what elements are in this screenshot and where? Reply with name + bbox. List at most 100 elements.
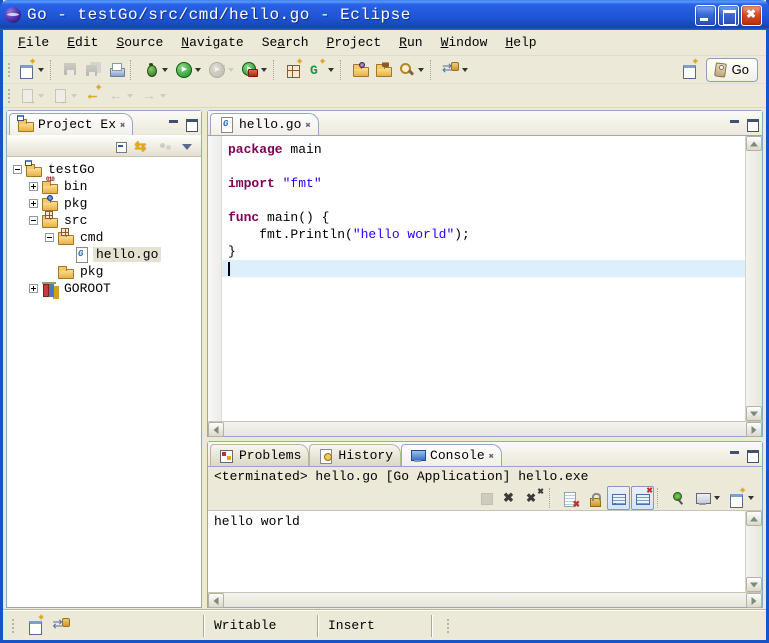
open-perspective-button[interactable] [677, 58, 702, 82]
explorer-close-icon[interactable] [120, 117, 125, 132]
dropdown-arrow-icon[interactable] [462, 68, 468, 72]
dropdown-arrow-icon[interactable] [127, 94, 133, 98]
code-line[interactable]: import "fmt" [222, 175, 745, 192]
open-external-file-button[interactable] [372, 58, 395, 82]
maximize-button[interactable] [718, 5, 739, 26]
dropdown-arrow-icon[interactable] [160, 94, 166, 98]
focus-button[interactable] [155, 136, 175, 156]
editor-vertical-scrollbar[interactable] [745, 136, 762, 421]
tab-history[interactable]: History [309, 444, 401, 466]
scroll-up-icon[interactable] [746, 511, 762, 526]
tab-project-explorer[interactable]: Project Ex [9, 113, 133, 135]
console-minimize-button[interactable] [727, 448, 743, 462]
toggle-editor-link-button[interactable] [439, 58, 472, 82]
tree-item-hello-go[interactable]: hello.go [7, 246, 201, 263]
remove-launch-button[interactable] [499, 486, 522, 510]
scroll-lock-button[interactable] [583, 486, 606, 510]
dropdown-arrow-icon[interactable] [71, 94, 77, 98]
new-go-project-button[interactable] [282, 58, 305, 82]
menu-source[interactable]: Source [107, 33, 172, 52]
console-maximize-button[interactable] [744, 448, 760, 462]
tab-hello-go[interactable]: hello.go [210, 113, 319, 135]
explorer-minimize-button[interactable] [166, 117, 182, 131]
dropdown-arrow-icon[interactable] [328, 68, 334, 72]
scroll-right-icon[interactable] [746, 422, 762, 437]
new-go-element-button[interactable] [305, 58, 338, 82]
collapse-icon[interactable] [45, 233, 54, 242]
tab-console[interactable]: Console [401, 444, 502, 466]
external-tools-button[interactable] [238, 58, 271, 82]
run-button[interactable] [172, 58, 205, 82]
dropdown-arrow-icon[interactable] [418, 68, 424, 72]
dropdown-arrow-icon[interactable] [38, 68, 44, 72]
menu-search[interactable]: Search [253, 33, 318, 52]
scroll-down-icon[interactable] [746, 577, 762, 592]
back-button[interactable] [104, 84, 137, 108]
tree-item-src[interactable]: src [7, 212, 201, 229]
menu-window[interactable]: Window [432, 33, 497, 52]
remove-all-launches-button[interactable] [523, 486, 546, 510]
code-line[interactable]: func main() { [222, 209, 745, 226]
clear-console-button[interactable] [559, 486, 582, 510]
console-horizontal-scrollbar[interactable] [208, 592, 762, 607]
menu-project[interactable]: Project [318, 33, 391, 52]
code-line[interactable]: package main [222, 141, 745, 158]
editor-minimize-button[interactable] [727, 117, 743, 131]
code-line[interactable]: } [222, 243, 745, 260]
scroll-up-icon[interactable] [746, 136, 762, 151]
display-console-button[interactable] [691, 486, 724, 510]
search-button[interactable] [395, 58, 428, 82]
expand-icon[interactable] [29, 284, 38, 293]
menu-run[interactable]: Run [390, 33, 431, 52]
menu-file[interactable]: File [9, 33, 58, 52]
explorer-maximize-button[interactable] [183, 117, 199, 131]
collapse-icon[interactable] [29, 216, 38, 225]
tab-problems[interactable]: Problems [210, 444, 309, 466]
link-with-editor-button[interactable] [133, 136, 153, 156]
previous-annotation-button[interactable] [48, 84, 81, 108]
view-menu-button[interactable] [177, 136, 197, 156]
print-button[interactable] [105, 58, 128, 82]
close-button[interactable] [741, 5, 762, 26]
tree-item-pkg[interactable]: pkg [7, 195, 201, 212]
scroll-down-icon[interactable] [746, 406, 762, 421]
dropdown-arrow-icon[interactable] [38, 94, 44, 98]
scroll-left-icon[interactable] [208, 422, 224, 437]
console-vertical-scrollbar[interactable] [745, 511, 762, 592]
menu-edit[interactable]: Edit [58, 33, 107, 52]
scroll-right-icon[interactable] [746, 593, 762, 608]
dropdown-arrow-icon[interactable] [714, 496, 720, 500]
code-line[interactable] [222, 260, 745, 277]
tree-item-testgo[interactable]: testGo [7, 161, 201, 178]
tree-item-cmd[interactable]: cmd [7, 229, 201, 246]
code-line[interactable] [222, 192, 745, 209]
pin-console-button[interactable] [667, 486, 690, 510]
collapse-icon[interactable] [13, 165, 22, 174]
show-on-stdout-button[interactable] [607, 486, 630, 510]
minimized-views-button[interactable] [51, 616, 71, 636]
last-edit-location-button[interactable] [81, 84, 104, 108]
dropdown-arrow-icon[interactable] [162, 68, 168, 72]
editor-maximize-button[interactable] [744, 117, 760, 131]
code-editor[interactable]: package main import "fmt" func main() { fm… [222, 136, 745, 421]
minimize-button[interactable] [695, 5, 716, 26]
titlebar[interactable]: Go - testGo/src/cmd/hello.go - Eclipse [0, 0, 769, 30]
menu-navigate[interactable]: Navigate [172, 33, 252, 52]
code-line[interactable]: fmt.Println("hello world"); [222, 226, 745, 243]
forward-button[interactable] [137, 84, 170, 108]
editor-horizontal-scrollbar[interactable] [208, 421, 762, 436]
open-console-button[interactable] [725, 486, 758, 510]
save-button[interactable] [59, 58, 82, 82]
expand-icon[interactable] [29, 199, 38, 208]
dropdown-arrow-icon[interactable] [261, 68, 267, 72]
run-history-button[interactable] [205, 58, 238, 82]
tree-item-goroot[interactable]: GOROOT [7, 280, 201, 297]
dropdown-arrow-icon[interactable] [228, 68, 234, 72]
debug-button[interactable] [139, 58, 172, 82]
dropdown-arrow-icon[interactable] [195, 68, 201, 72]
show-on-stderr-button[interactable] [631, 486, 654, 510]
expand-icon[interactable] [29, 182, 38, 191]
next-annotation-button[interactable] [15, 84, 48, 108]
fast-view-button[interactable] [25, 616, 45, 636]
terminate-button[interactable] [475, 486, 498, 510]
